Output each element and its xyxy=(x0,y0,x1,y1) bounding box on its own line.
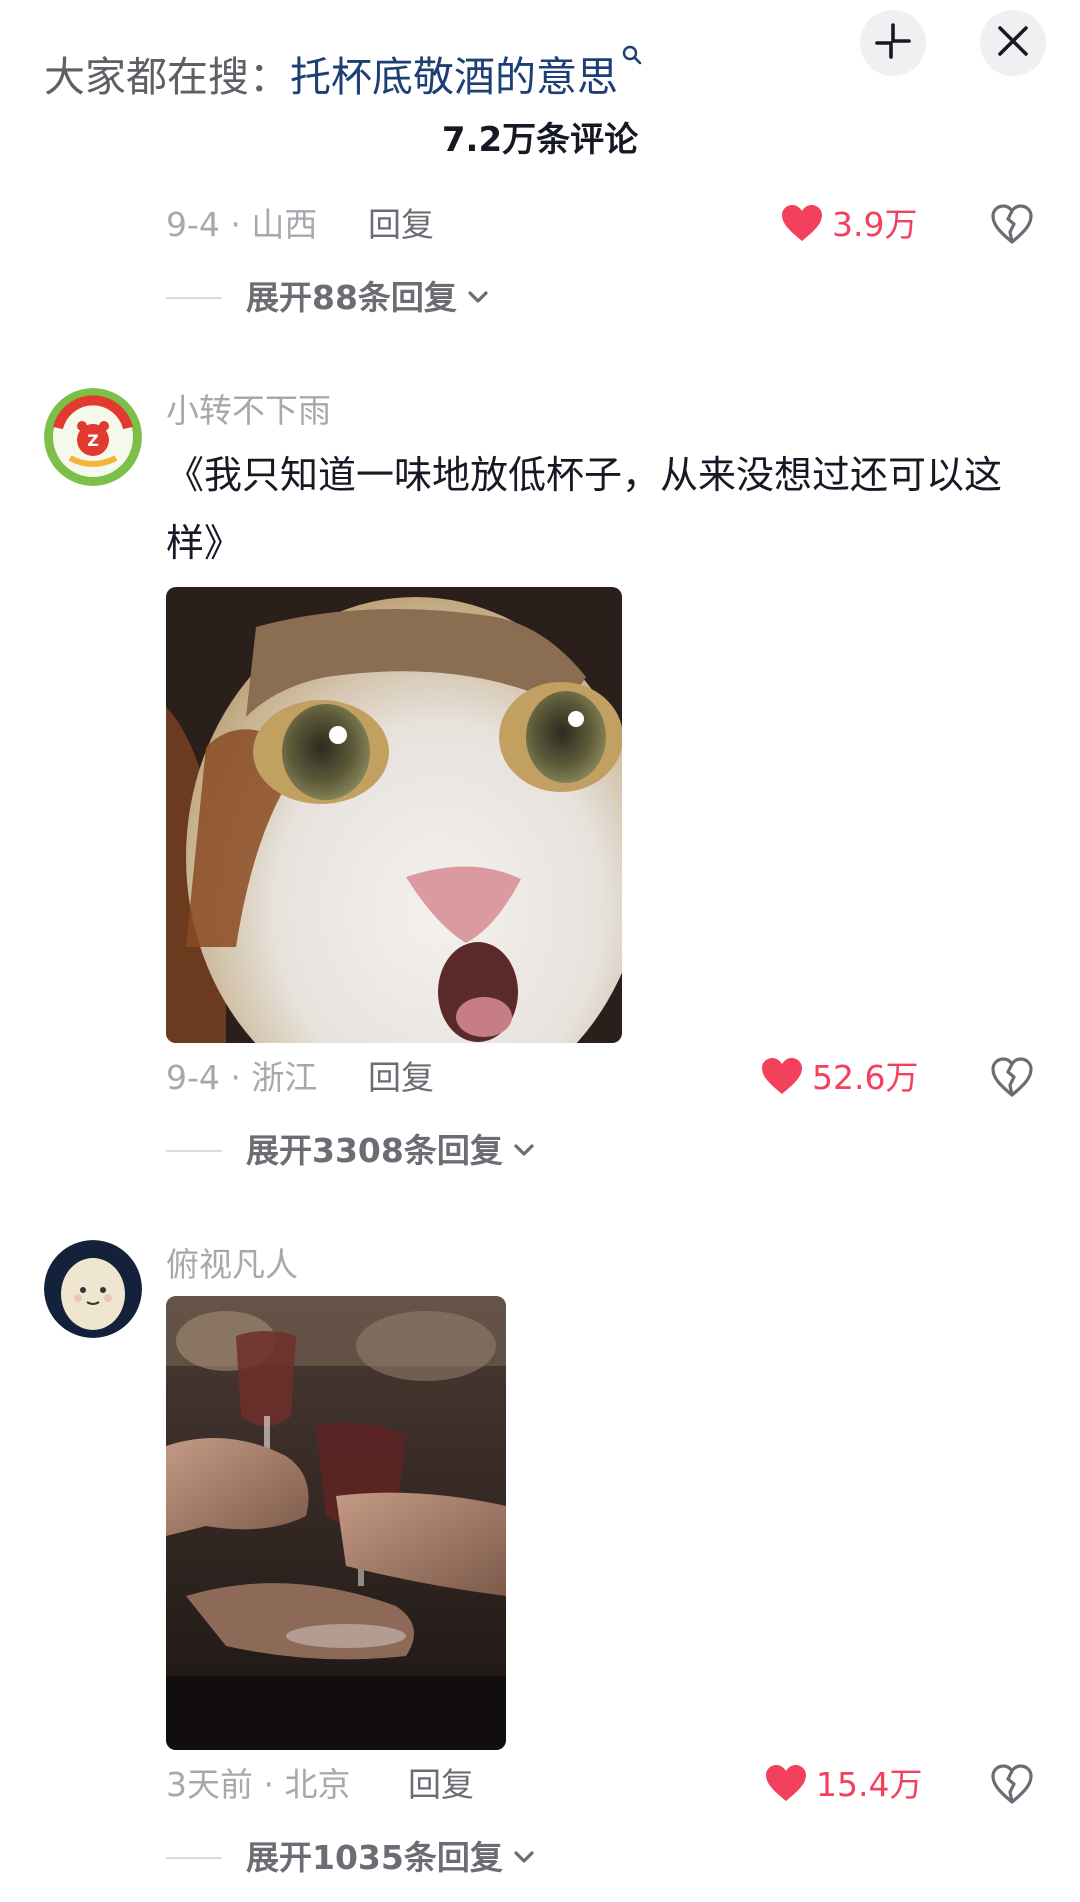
expand-replies-label: 展开3308条回复 xyxy=(246,1131,503,1170)
collapse-icon xyxy=(873,21,913,65)
heart-icon xyxy=(764,1763,808,1807)
expand-replies-button[interactable]: 展开3308条回复 xyxy=(166,1126,535,1176)
comment-date-location: 9-4 · 浙江 xyxy=(166,1058,318,1097)
like-count: 52.6万 xyxy=(812,1058,919,1097)
comment-count-title: 7.2万条评论 xyxy=(441,120,639,160)
comment-text: 《我只知道一味地放低杯子，从来没想过还可以这样》 xyxy=(166,453,1003,565)
collapse-button[interactable] xyxy=(860,10,926,76)
reply-button[interactable]: 回复 xyxy=(408,1760,474,1810)
close-icon xyxy=(996,24,1030,62)
chevron-down-icon xyxy=(467,289,489,308)
search-suggestion-prefix: 大家都在搜： xyxy=(44,53,290,101)
heart-icon xyxy=(760,1056,804,1100)
expand-replies-button[interactable]: 展开88条回复 xyxy=(166,273,489,323)
expand-replies-label: 展开1035条回复 xyxy=(246,1838,503,1877)
comment-date-location: 9-4 · 山西 xyxy=(166,205,318,244)
dislike-button[interactable] xyxy=(990,202,1034,250)
heart-icon xyxy=(780,203,824,247)
avatar[interactable] xyxy=(44,1240,142,1338)
comment-username[interactable]: 小转不下雨 xyxy=(166,386,331,436)
comment-image[interactable] xyxy=(166,587,622,1043)
broken-heart-icon xyxy=(990,1764,1034,1810)
expand-replies-button[interactable]: 展开1035条回复 xyxy=(166,1833,535,1883)
comment-username[interactable]: 俯视凡人 xyxy=(166,1240,298,1290)
chevron-down-icon xyxy=(513,1142,535,1161)
comment-image[interactable] xyxy=(166,1296,506,1750)
divider-line xyxy=(166,1150,222,1152)
close-button[interactable] xyxy=(980,10,1046,76)
like-button[interactable]: 52.6万 xyxy=(760,1053,918,1103)
reply-button[interactable]: 回复 xyxy=(368,1053,434,1103)
like-button[interactable]: 3.9万 xyxy=(780,200,917,250)
divider-line xyxy=(166,1857,222,1859)
search-suggestion-query[interactable]: 托杯底敬酒的意思 xyxy=(290,53,618,101)
broken-heart-icon xyxy=(990,1057,1034,1103)
like-button[interactable]: 15.4万 xyxy=(764,1760,922,1810)
expand-replies-label: 展开88条回复 xyxy=(246,278,457,317)
dislike-button[interactable] xyxy=(990,1055,1034,1103)
chevron-down-icon xyxy=(513,1849,535,1868)
dislike-button[interactable] xyxy=(990,1762,1034,1810)
svg-text:Z: Z xyxy=(87,431,99,450)
magnifier-icon xyxy=(622,18,642,84)
broken-heart-icon xyxy=(990,204,1034,250)
divider-line xyxy=(166,297,222,299)
search-suggestion[interactable]: 大家都在搜：托杯底敬酒的意思 xyxy=(44,18,642,110)
comment-date-location: 3天前 · 北京 xyxy=(166,1765,351,1804)
like-count: 3.9万 xyxy=(832,205,918,244)
reply-button[interactable]: 回复 xyxy=(368,200,434,250)
like-count: 15.4万 xyxy=(816,1765,923,1804)
avatar[interactable]: Z xyxy=(44,388,142,486)
